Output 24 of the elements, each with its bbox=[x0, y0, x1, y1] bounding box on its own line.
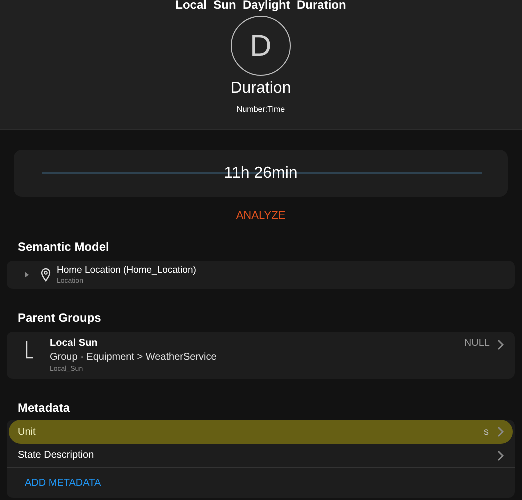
group-icon bbox=[26, 341, 34, 359]
item-title: Local_Sun_Daylight_Duration bbox=[176, 0, 346, 11]
metadata-row[interactable]: State Description bbox=[7, 444, 515, 468]
section-heading: Semantic Model bbox=[18, 240, 110, 254]
map-pin-icon bbox=[41, 268, 51, 282]
metadata-label: State Description bbox=[18, 449, 96, 463]
metadata-label: Unit bbox=[18, 426, 37, 440]
expand-toggle-icon[interactable] bbox=[24, 272, 30, 278]
group-state: NULL bbox=[464, 338, 490, 350]
semantic-item-title: Home Location (Home_Location) bbox=[57, 264, 196, 276]
chevron-right-icon bbox=[497, 339, 505, 351]
item-type: Number:Time bbox=[236, 105, 286, 115]
metadata-row[interactable]: Unit s bbox=[9, 420, 513, 444]
group-title: Local Sun bbox=[50, 338, 99, 350]
metadata-value: s bbox=[484, 426, 489, 440]
chevron-right-icon bbox=[497, 426, 505, 438]
group-subtitle: Group · Equipment > WeatherService bbox=[50, 351, 218, 365]
add-metadata-button[interactable]: ADD METADATA bbox=[25, 476, 102, 490]
item-label: Duration bbox=[230, 79, 292, 99]
state-value: 11h 26min bbox=[224, 164, 298, 184]
section-heading: Metadata bbox=[18, 401, 72, 415]
section-heading: Parent Groups bbox=[18, 311, 102, 325]
analyze-button[interactable]: ANALYZE bbox=[236, 209, 286, 223]
chevron-right-icon bbox=[497, 450, 505, 462]
